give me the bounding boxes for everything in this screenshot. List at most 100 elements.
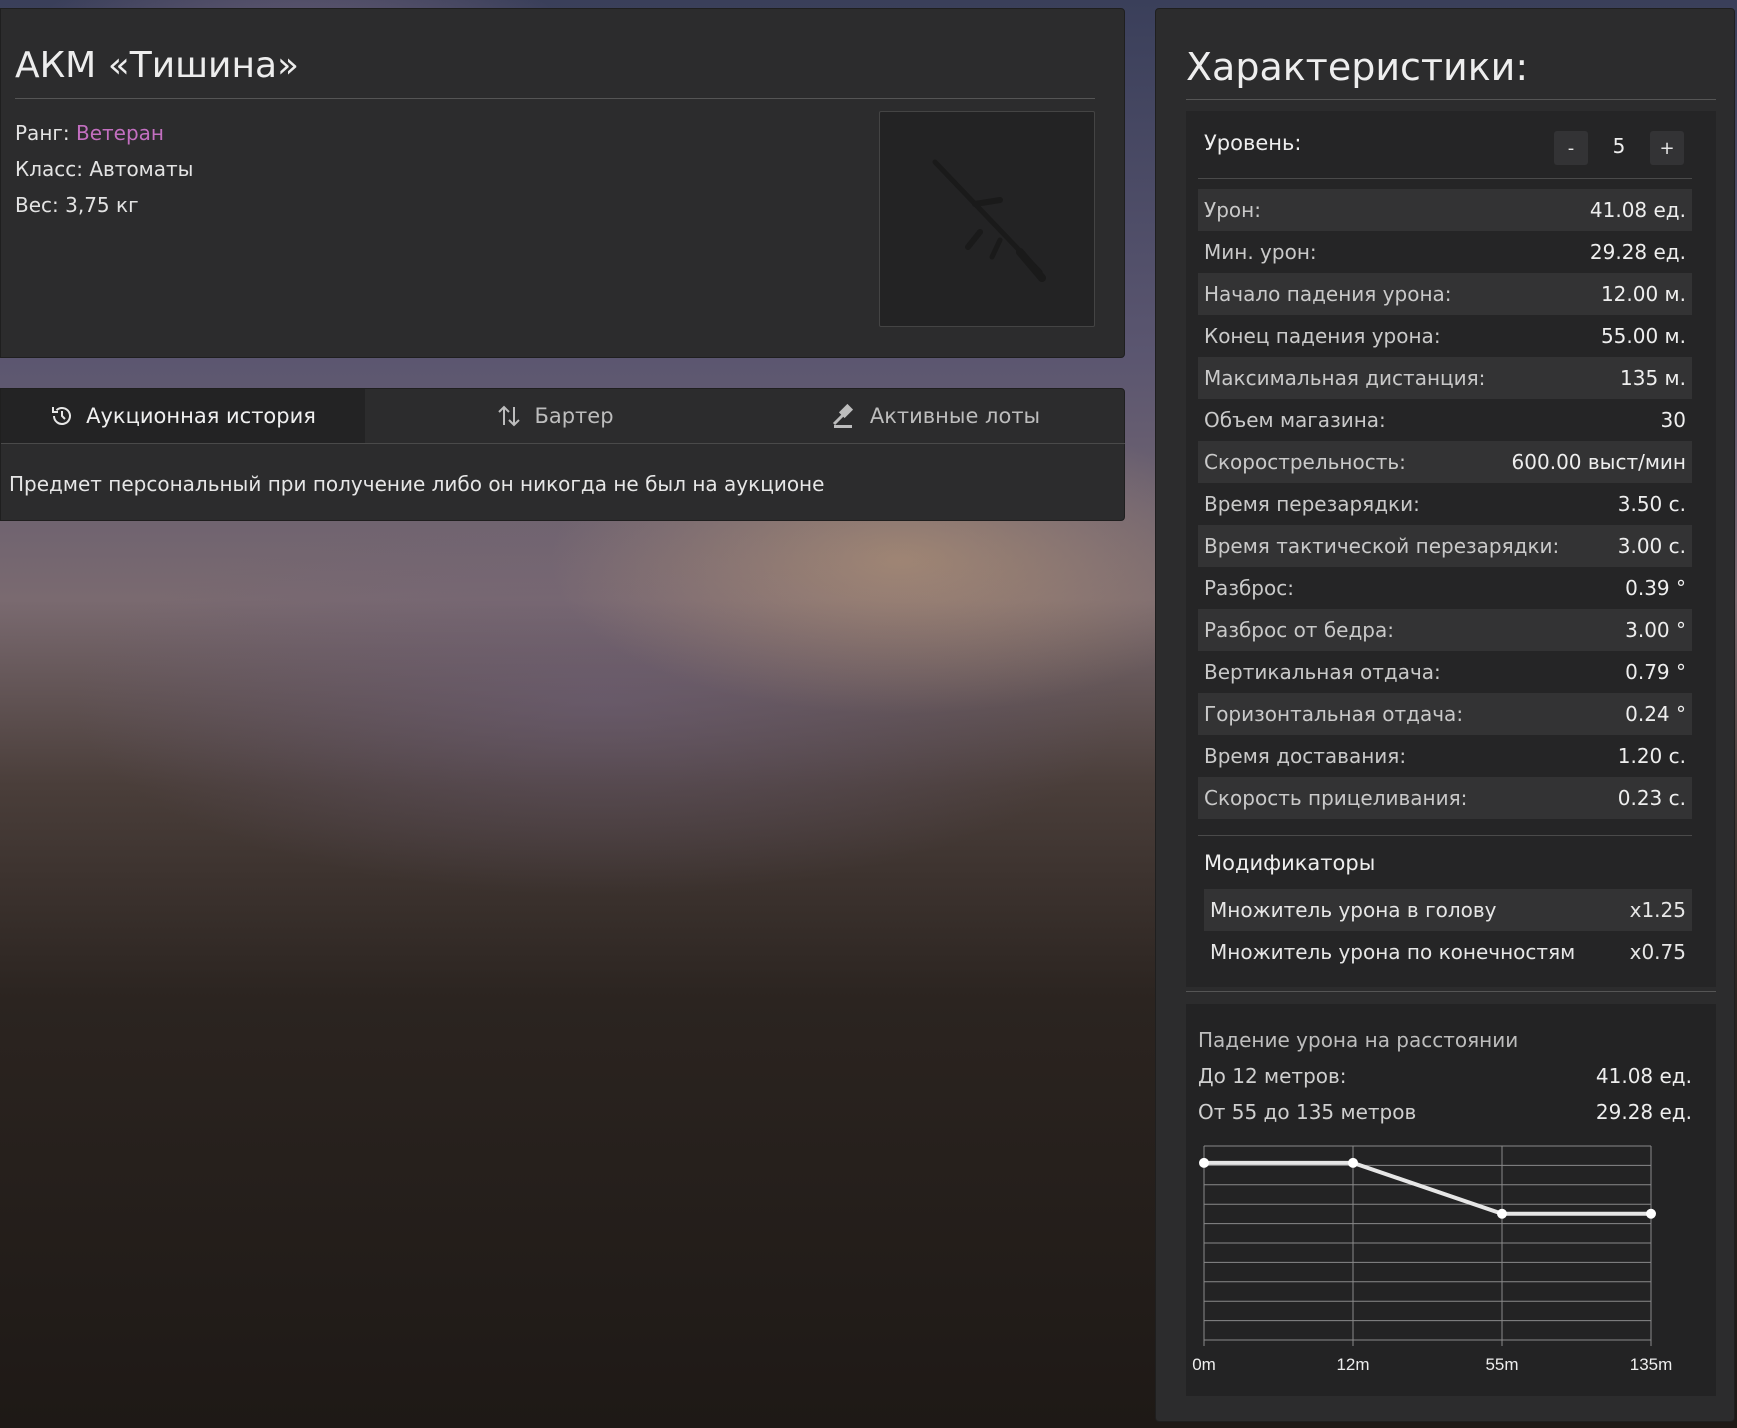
stat-key: Разброс:: [1204, 576, 1294, 600]
level-divider: [1198, 178, 1692, 179]
stat-row: Урон: 41.08 ед.: [1198, 189, 1692, 231]
stat-value: 0.39 °: [1625, 576, 1686, 600]
tab-barter[interactable]: Бартер: [365, 389, 745, 443]
stat-row: Время тактической перезарядки: 3.00 с.: [1198, 525, 1692, 567]
falloff-value: 41.08 ед.: [1595, 1064, 1692, 1088]
stat-value: 0.24 °: [1625, 702, 1686, 726]
auction-empty-message: Предмет персональный при получение либо …: [9, 472, 825, 496]
stat-key: Время доставания:: [1204, 744, 1407, 768]
stat-value: 600.00 выст/мин: [1511, 450, 1686, 474]
stat-value: 0.23 с.: [1617, 786, 1686, 810]
stat-value: 55.00 м.: [1600, 324, 1686, 348]
falloff-row: От 55 до 135 метров 29.28 ед.: [1198, 1100, 1692, 1124]
stats-panel: Характеристики: Уровень: - 5 + Урон: 41.0…: [1155, 8, 1735, 1422]
stat-value: 135 м.: [1620, 366, 1686, 390]
modifiers-divider: [1198, 835, 1692, 836]
history-icon: [52, 407, 72, 425]
stats-bottom-divider: [1186, 991, 1716, 992]
stat-row: Разброс: 0.39 °: [1198, 567, 1692, 609]
stat-key: Скорость прицеливания:: [1204, 786, 1468, 810]
swap-arrows-icon: [498, 405, 521, 427]
stats-title: Характеристики:: [1186, 45, 1529, 89]
stat-value: 3.00 с.: [1617, 534, 1686, 558]
tab-auction-history[interactable]: Аукционная история: [1, 389, 365, 443]
stat-key: Разброс от бедра:: [1204, 618, 1394, 642]
modifier-row: Множитель урона в голову x1.25: [1204, 889, 1692, 931]
tab-lots-label: Активные лоты: [869, 404, 1041, 428]
tabs-divider: [1, 443, 1125, 444]
gavel-icon: [832, 403, 853, 428]
stat-key: Урон:: [1204, 198, 1261, 222]
modifiers-list: Множитель урона в голову x1.25 Множитель …: [1204, 889, 1692, 973]
data-point: [1646, 1208, 1656, 1219]
stat-key: Время тактической перезарядки:: [1204, 534, 1560, 558]
stat-row: Начало падения урона: 12.00 м.: [1198, 273, 1692, 315]
level-label: Уровень:: [1204, 131, 1302, 155]
stat-row: Скорострельность: 600.00 выст/мин: [1198, 441, 1692, 483]
level-row: Уровень: - 5 +: [1186, 111, 1716, 177]
level-value: 5: [1612, 134, 1626, 158]
tab-active-lots[interactable]: Активные лоты: [745, 389, 1125, 443]
title-divider: [15, 98, 1095, 99]
item-weight: Вес: 3,75 кг: [15, 193, 139, 217]
stat-list: Урон: 41.08 ед. Мин. урон: 29.28 ед. Начал…: [1198, 189, 1692, 819]
stat-key: Конец падения урона:: [1204, 324, 1441, 348]
stat-key: Начало падения урона:: [1204, 282, 1452, 306]
stat-row: Мин. урон: 29.28 ед.: [1198, 231, 1692, 273]
modifiers-title: Модификаторы: [1204, 851, 1376, 875]
stat-value: 0.79 °: [1625, 660, 1686, 684]
stat-value: 12.00 м.: [1600, 282, 1686, 306]
modifier-key: Множитель урона по конечностям: [1210, 940, 1576, 964]
tab-auction-label: Аукционная история: [86, 404, 316, 428]
tab-barter-label: Бартер: [534, 404, 614, 428]
damage-falloff-box: Падение урона на расстоянии До 12 метров…: [1186, 1004, 1716, 1396]
stat-value: 30: [1660, 408, 1686, 432]
item-info-panel: АКМ «Тишина» Ранг: Ветеран Класс: Автома…: [0, 8, 1125, 358]
falloff-row: До 12 метров: 41.08 ед.: [1198, 1064, 1692, 1088]
stat-row: Скорость прицеливания: 0.23 с.: [1198, 777, 1692, 819]
stat-key: Максимальная дистанция:: [1204, 366, 1486, 390]
stat-row: Объем магазина: 30: [1198, 399, 1692, 441]
stat-row: Максимальная дистанция: 135 м.: [1198, 357, 1692, 399]
stat-key: Мин. урон:: [1204, 240, 1317, 264]
stat-value: 29.28 ед.: [1589, 240, 1686, 264]
stat-value: 3.00 °: [1625, 618, 1686, 642]
rank-value: Ветеран: [76, 121, 165, 145]
stat-value: 1.20 с.: [1617, 744, 1686, 768]
stat-row: Горизонтальная отдача: 0.24 °: [1198, 693, 1692, 735]
falloff-key: До 12 метров:: [1198, 1064, 1347, 1088]
modifier-key: Множитель урона в голову: [1210, 898, 1497, 922]
falloff-title: Падение урона на расстоянии: [1198, 1028, 1519, 1052]
stat-key: Объем магазина:: [1204, 408, 1386, 432]
stat-key: Скорострельность:: [1204, 450, 1406, 474]
falloff-value: 29.28 ед.: [1595, 1100, 1692, 1124]
damage-falloff-chart: 0m 12m 55m 135m: [1192, 1145, 1673, 1374]
stat-key: Горизонтальная отдача:: [1204, 702, 1464, 726]
modifier-row: Множитель урона по конечностям x0.75: [1204, 931, 1692, 973]
damage-line: [1204, 1160, 1651, 1216]
data-point: [1497, 1208, 1507, 1219]
rank-label: Ранг:: [15, 121, 70, 145]
modifier-value: x1.25: [1629, 898, 1686, 922]
stats-body: Уровень: - 5 + Урон: 41.08 ед. Мин. урон:…: [1186, 111, 1716, 987]
item-rank: Ранг: Ветеран: [15, 121, 164, 145]
item-class: Класс: Автоматы: [15, 157, 194, 181]
data-point: [1348, 1157, 1358, 1168]
stat-row: Время перезарядки: 3.50 с.: [1198, 483, 1692, 525]
stat-row: Время доставания: 1.20 с.: [1198, 735, 1692, 777]
x-tick-label: 12m: [1336, 1355, 1369, 1374]
x-tick-label: 55m: [1485, 1355, 1518, 1374]
stats-title-divider: [1186, 99, 1716, 100]
tabs-panel: Аукционная история Бартер Активные лоты …: [0, 388, 1125, 521]
stat-key: Время перезарядки:: [1204, 492, 1420, 516]
x-tick-label: 135m: [1630, 1355, 1673, 1374]
stat-row: Разброс от бедра: 3.00 °: [1198, 609, 1692, 651]
stat-row: Вертикальная отдача: 0.79 °: [1198, 651, 1692, 693]
level-decrease-button[interactable]: -: [1554, 131, 1588, 165]
level-increase-button[interactable]: +: [1650, 131, 1684, 165]
stat-value: 3.50 с.: [1617, 492, 1686, 516]
falloff-key: От 55 до 135 метров: [1198, 1100, 1417, 1124]
rifle-icon: [932, 159, 1046, 282]
modifier-value: x0.75: [1629, 940, 1686, 964]
x-tick-label: 0m: [1192, 1355, 1216, 1374]
